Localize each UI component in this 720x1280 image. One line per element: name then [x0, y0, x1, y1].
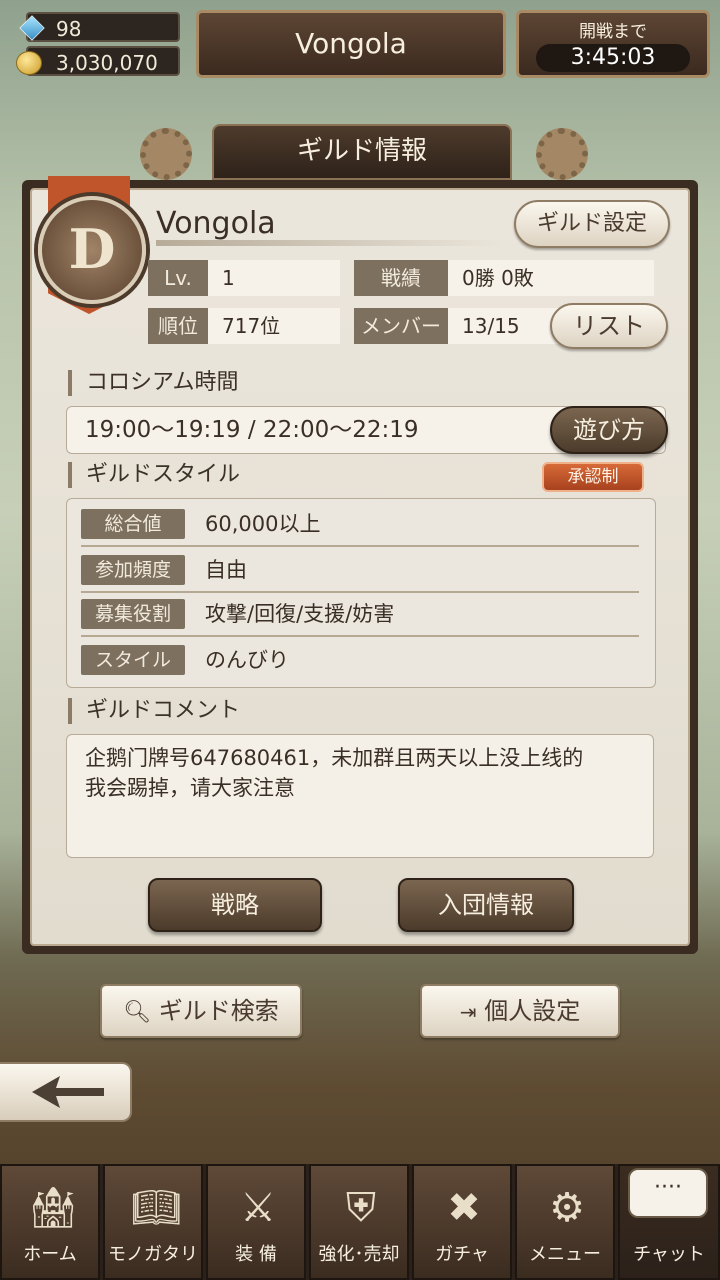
nav-gacha[interactable]: ✖︎ ガチャ	[412, 1164, 512, 1280]
bottom-nav: 🏰︎ ホーム 📖︎ モノガタリ ⚔︎ 装 備 ⛨︎ 強化･売却 ✖︎ ガチャ ⚙…	[0, 1164, 720, 1280]
battle-timer: 開戦まで 3:45:03	[516, 10, 710, 78]
chat-bubble-icon[interactable]: ····	[628, 1168, 708, 1218]
guild-emblem: D	[38, 196, 146, 304]
guild-name-header: Vongola	[196, 10, 506, 78]
comment-line: 企鹅门牌号647680461，未加群且两天以上没上线的	[85, 746, 584, 770]
back-button[interactable]	[0, 1062, 132, 1122]
nav-label: メニュー	[529, 1244, 601, 1265]
nav-equipment[interactable]: ⚔︎ 装 備	[206, 1164, 306, 1280]
gear-icon: ⚙︎	[549, 1185, 585, 1231]
equipment-icon: ⚔︎	[240, 1185, 276, 1231]
nav-upgrade[interactable]: ⛨︎ 強化･売却	[309, 1164, 409, 1280]
style-row: 募集役割 攻撃/回復/支援/妨害	[81, 593, 639, 637]
approval-badge: 承認制	[542, 462, 644, 492]
strategy-button[interactable]: 戦略	[148, 878, 322, 932]
style-row-value: 自由	[205, 558, 247, 582]
personal-settings-label: 個人設定	[484, 997, 581, 1025]
nav-home[interactable]: 🏰︎ ホーム	[0, 1164, 100, 1280]
nav-menu[interactable]: ⚙︎ メニュー	[515, 1164, 615, 1280]
style-row: 総合値 60,000以上	[81, 503, 639, 547]
gem-counter: 98	[19, 12, 180, 42]
timer-value: 3:45:03	[536, 44, 690, 72]
colosseum-title: コロシアム時間	[68, 370, 238, 396]
style-row: スタイル のんびり	[81, 639, 639, 681]
member-list-button[interactable]: リスト	[550, 303, 668, 349]
record-value: 0勝 0敗	[448, 260, 654, 296]
back-arrow-icon	[32, 1076, 104, 1108]
nav-story[interactable]: 📖︎ モノガタリ	[103, 1164, 203, 1280]
guild-style-title: ギルドスタイル	[68, 462, 240, 488]
members-label: メンバー	[354, 308, 448, 344]
style-row-value: 攻撃/回復/支援/妨害	[205, 602, 395, 626]
gear-decoration-icon	[536, 128, 588, 180]
timer-label: 開戦まで	[579, 22, 647, 42]
nav-label: ホーム	[23, 1244, 77, 1265]
level-label: Lv.	[148, 260, 208, 296]
rank-value: 717位	[208, 308, 340, 344]
guild-style-box: 総合値 60,000以上 参加頻度 自由 募集役割 攻撃/回復/支援/妨害 スタ…	[66, 498, 656, 688]
record-label: 戦績	[354, 260, 448, 296]
nav-label: チャット	[633, 1244, 705, 1265]
guild-search-label: ギルド検索	[158, 997, 279, 1025]
panel-title: ギルド情報	[212, 124, 512, 180]
style-row-label: 総合値	[81, 509, 185, 539]
gold-counter: 3,030,070	[16, 46, 180, 76]
enter-icon: ⇥	[459, 1000, 477, 1024]
personal-settings-button[interactable]: ⇥ 個人設定	[420, 984, 620, 1038]
style-row-label: スタイル	[81, 645, 185, 675]
nav-label: ガチャ	[435, 1244, 489, 1265]
style-row-value: のんびり	[205, 648, 289, 672]
join-info-button[interactable]: 入団情報	[398, 878, 574, 932]
howto-button[interactable]: 遊び方	[550, 406, 668, 454]
guild-comment-title: ギルドコメント	[68, 698, 240, 724]
style-row: 参加頻度 自由	[81, 549, 639, 593]
style-row-label: 募集役割	[81, 599, 185, 629]
level-value: 1	[208, 260, 340, 296]
gem-count: 98	[56, 17, 82, 41]
gem-icon	[19, 15, 45, 41]
upgrade-icon: ⛨︎	[346, 1185, 376, 1231]
comment-line: 我会踢掉，请大家注意	[85, 776, 295, 800]
nav-label: 強化･売却	[318, 1244, 400, 1265]
coin-icon	[16, 51, 42, 75]
rank-label: 順位	[148, 308, 208, 344]
guild-name: Vongola	[156, 206, 276, 241]
guild-settings-button[interactable]: ギルド設定	[514, 200, 670, 248]
home-icon: 🏰︎	[28, 1185, 79, 1231]
nav-label: 装 備	[235, 1244, 277, 1265]
search-icon: 🔍︎	[123, 1000, 152, 1025]
name-underline	[156, 240, 506, 246]
style-row-value: 60,000以上	[205, 512, 321, 536]
gacha-icon: ✖︎	[447, 1185, 481, 1231]
gear-decoration-icon	[140, 128, 192, 180]
style-row-label: 参加頻度	[81, 555, 185, 585]
guild-comment: 企鹅门牌号647680461，未加群且两天以上没上线的 我会踢掉，请大家注意	[66, 734, 654, 858]
guild-search-button[interactable]: 🔍︎ ギルド検索	[100, 984, 302, 1038]
gold-count: 3,030,070	[56, 51, 158, 75]
book-icon: 📖︎	[131, 1185, 182, 1231]
nav-label: モノガタリ	[108, 1244, 198, 1265]
